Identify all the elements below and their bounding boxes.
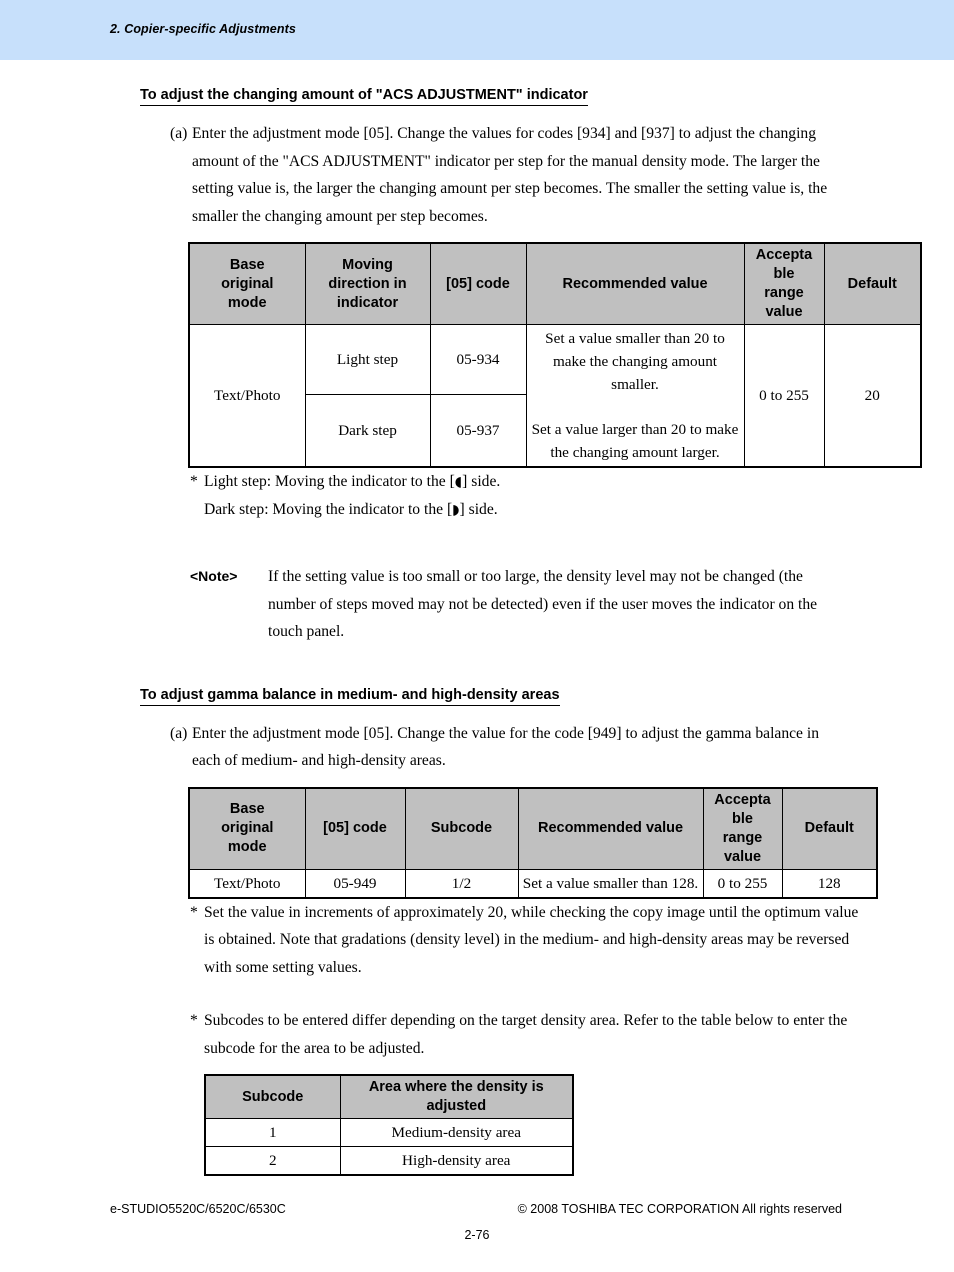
- cell-recommended-value: Set a value smaller than 128.: [517, 868, 704, 899]
- th-line: Base: [229, 256, 265, 273]
- th-code: [05] code: [304, 787, 406, 870]
- th-acceptable-range-value: Accepta ble range value: [743, 242, 825, 326]
- section-2-heading: To adjust gamma balance in medium- and h…: [140, 686, 560, 706]
- gamma-balance-table: Base original mode [05] code Subcode Rec…: [188, 786, 878, 899]
- recommended-value-part-1: Set a value smaller than 20 to make the …: [545, 330, 725, 394]
- th-line: indicator: [336, 294, 399, 311]
- th-base-original-mode: Base original mode: [188, 242, 306, 326]
- th-recommended-value: Recommended value: [517, 787, 704, 870]
- th-line: direction in: [328, 275, 407, 292]
- th-line: range: [764, 285, 804, 302]
- th-line: mode: [227, 294, 267, 311]
- increments-note-text: Set the value in increments of approxima…: [204, 903, 859, 976]
- section-1-paragraph: (a) Enter the adjustment mode [05]. Chang…: [170, 120, 844, 230]
- table-row: Text/Photo Light step 05-934 Set a value…: [188, 324, 922, 468]
- th-base-original-mode: Base original mode: [188, 787, 306, 870]
- table-header-row: Base original mode [05] code Subcode Rec…: [188, 787, 878, 870]
- page-footer: e-STUDIO5520C/6520C/6530C © 2008 TOSHIBA…: [0, 1198, 954, 1272]
- th-line: value: [765, 304, 803, 321]
- note-text: If the setting value is too small or too…: [268, 568, 818, 641]
- subcode-note-text: Subcodes to be entered differ depending …: [204, 1012, 848, 1057]
- cell-code: 05-937: [429, 394, 527, 468]
- th-line: adjusted: [426, 1098, 487, 1115]
- th-line: Accepta: [755, 247, 813, 264]
- th-code: [05] code: [429, 242, 527, 326]
- th-line: value: [723, 848, 762, 865]
- page-header-band: 2. Copier-specific Adjustments: [0, 0, 954, 60]
- th-line: original: [221, 820, 274, 837]
- cell-subcode: 1: [204, 1118, 341, 1148]
- light-step-note: * Light step: Moving the indicator to the…: [190, 468, 864, 496]
- asterisk-marker: *: [190, 903, 198, 921]
- table-header-row: Base original mode Moving direction in i…: [188, 242, 922, 326]
- acs-adjustment-table: Base original mode Moving direction in i…: [188, 242, 922, 469]
- th-line: mode: [227, 839, 267, 856]
- table-row: Text/Photo 05-949 1/2 Set a value smalle…: [188, 868, 878, 899]
- th-area-where-density-adjusted: Area where the density is adjusted: [339, 1074, 574, 1120]
- asterisk-marker: *: [190, 1012, 198, 1030]
- recommended-value-part-2: Set a value larger than 20 to make the c…: [531, 421, 739, 462]
- cell-paragraph-gap: [530, 396, 741, 418]
- cell-subcode: 1/2: [404, 868, 519, 899]
- section-2-paragraph-text: Enter the adjustment mode [05]. Change t…: [192, 724, 820, 770]
- cell-code: 05-949: [304, 868, 406, 899]
- subcode-note: * Subcodes to be entered differ depending…: [190, 1007, 864, 1062]
- th-default: Default: [823, 242, 922, 326]
- th-line: Area where the density is: [368, 1079, 544, 1096]
- th-moving-direction: Moving direction in indicator: [304, 242, 431, 326]
- section-2-paragraph: (a) Enter the adjustment mode [05]. Chang…: [170, 720, 844, 775]
- th-acceptable-range-value: Accepta ble range value: [702, 787, 783, 870]
- th-subcode: Subcode: [204, 1074, 341, 1120]
- cell-area: High-density area: [339, 1146, 574, 1176]
- page-content: To adjust the changing amount of "ACS AD…: [0, 60, 954, 1177]
- footer-copyright: © 2008 TOSHIBA TEC CORPORATION All right…: [517, 1202, 842, 1216]
- cell-moving-direction: Dark step: [304, 394, 431, 468]
- th-default: Default: [781, 787, 878, 870]
- section-1-heading: To adjust the changing amount of "ACS AD…: [140, 86, 588, 107]
- dark-step-note-suffix: ] side.: [459, 500, 498, 518]
- cell-moving-direction: Light step: [304, 324, 431, 396]
- th-recommended-value: Recommended value: [525, 242, 745, 326]
- half-moon-right-icon: ◗: [452, 501, 460, 518]
- section-1-heading-row: To adjust the changing amount of "ACS AD…: [140, 86, 954, 107]
- subcode-area-table: Subcode Area where the density is adjust…: [204, 1074, 574, 1177]
- light-step-note-suffix: ] side.: [462, 473, 501, 491]
- cell-acceptable-range-value: 0 to 255: [743, 324, 825, 468]
- note-label: <Note>: [190, 568, 238, 585]
- section-1-paragraph-text: Enter the adjustment mode [05]. Change t…: [192, 125, 828, 225]
- cell-recommended-value: Set a value smaller than 20 to make the …: [525, 324, 745, 468]
- th-subcode: Subcode: [404, 787, 519, 870]
- light-step-note-prefix: Light step: Moving the indicator to the …: [204, 473, 455, 491]
- cell-default: 20: [823, 324, 922, 468]
- cell-subcode: 2: [204, 1146, 341, 1176]
- table-row: 2 High-density area: [204, 1146, 574, 1176]
- footer-page-number: 2-76: [464, 1228, 490, 1242]
- section-1-paragraph-marker: (a): [170, 125, 188, 143]
- th-line: original: [221, 275, 274, 292]
- th-line: Accepta: [714, 791, 771, 808]
- footer-model: e-STUDIO5520C/6520C/6530C: [110, 1202, 286, 1216]
- dark-step-note: Dark step: Moving the indicator to the […: [190, 496, 864, 524]
- cell-code: 05-934: [429, 324, 527, 396]
- increments-note: * Set the value in increments of approxim…: [190, 899, 864, 982]
- th-line: ble: [732, 810, 753, 827]
- asterisk-marker: *: [190, 473, 198, 491]
- th-line: range: [722, 829, 763, 846]
- cell-acceptable-range-value: 0 to 255: [702, 868, 783, 899]
- note-block: <Note> If the setting value is too small…: [190, 563, 844, 646]
- th-line: ble: [773, 266, 795, 283]
- chapter-title: 2. Copier-specific Adjustments: [110, 22, 296, 36]
- th-line: Base: [229, 801, 265, 818]
- th-line: Moving: [342, 256, 393, 273]
- cell-default: 128: [781, 868, 878, 899]
- table-row: 1 Medium-density area: [204, 1118, 574, 1148]
- cell-area: Medium-density area: [339, 1118, 574, 1148]
- section-2-paragraph-marker: (a): [170, 724, 188, 742]
- table-header-row: Subcode Area where the density is adjust…: [204, 1074, 574, 1120]
- cell-base-original-mode: Text/Photo: [188, 868, 306, 899]
- cell-base-original-mode: Text/Photo: [188, 324, 306, 468]
- section-2-heading-row: To adjust gamma balance in medium- and h…: [140, 686, 954, 706]
- dark-step-note-prefix: Dark step: Moving the indicator to the [: [204, 500, 453, 518]
